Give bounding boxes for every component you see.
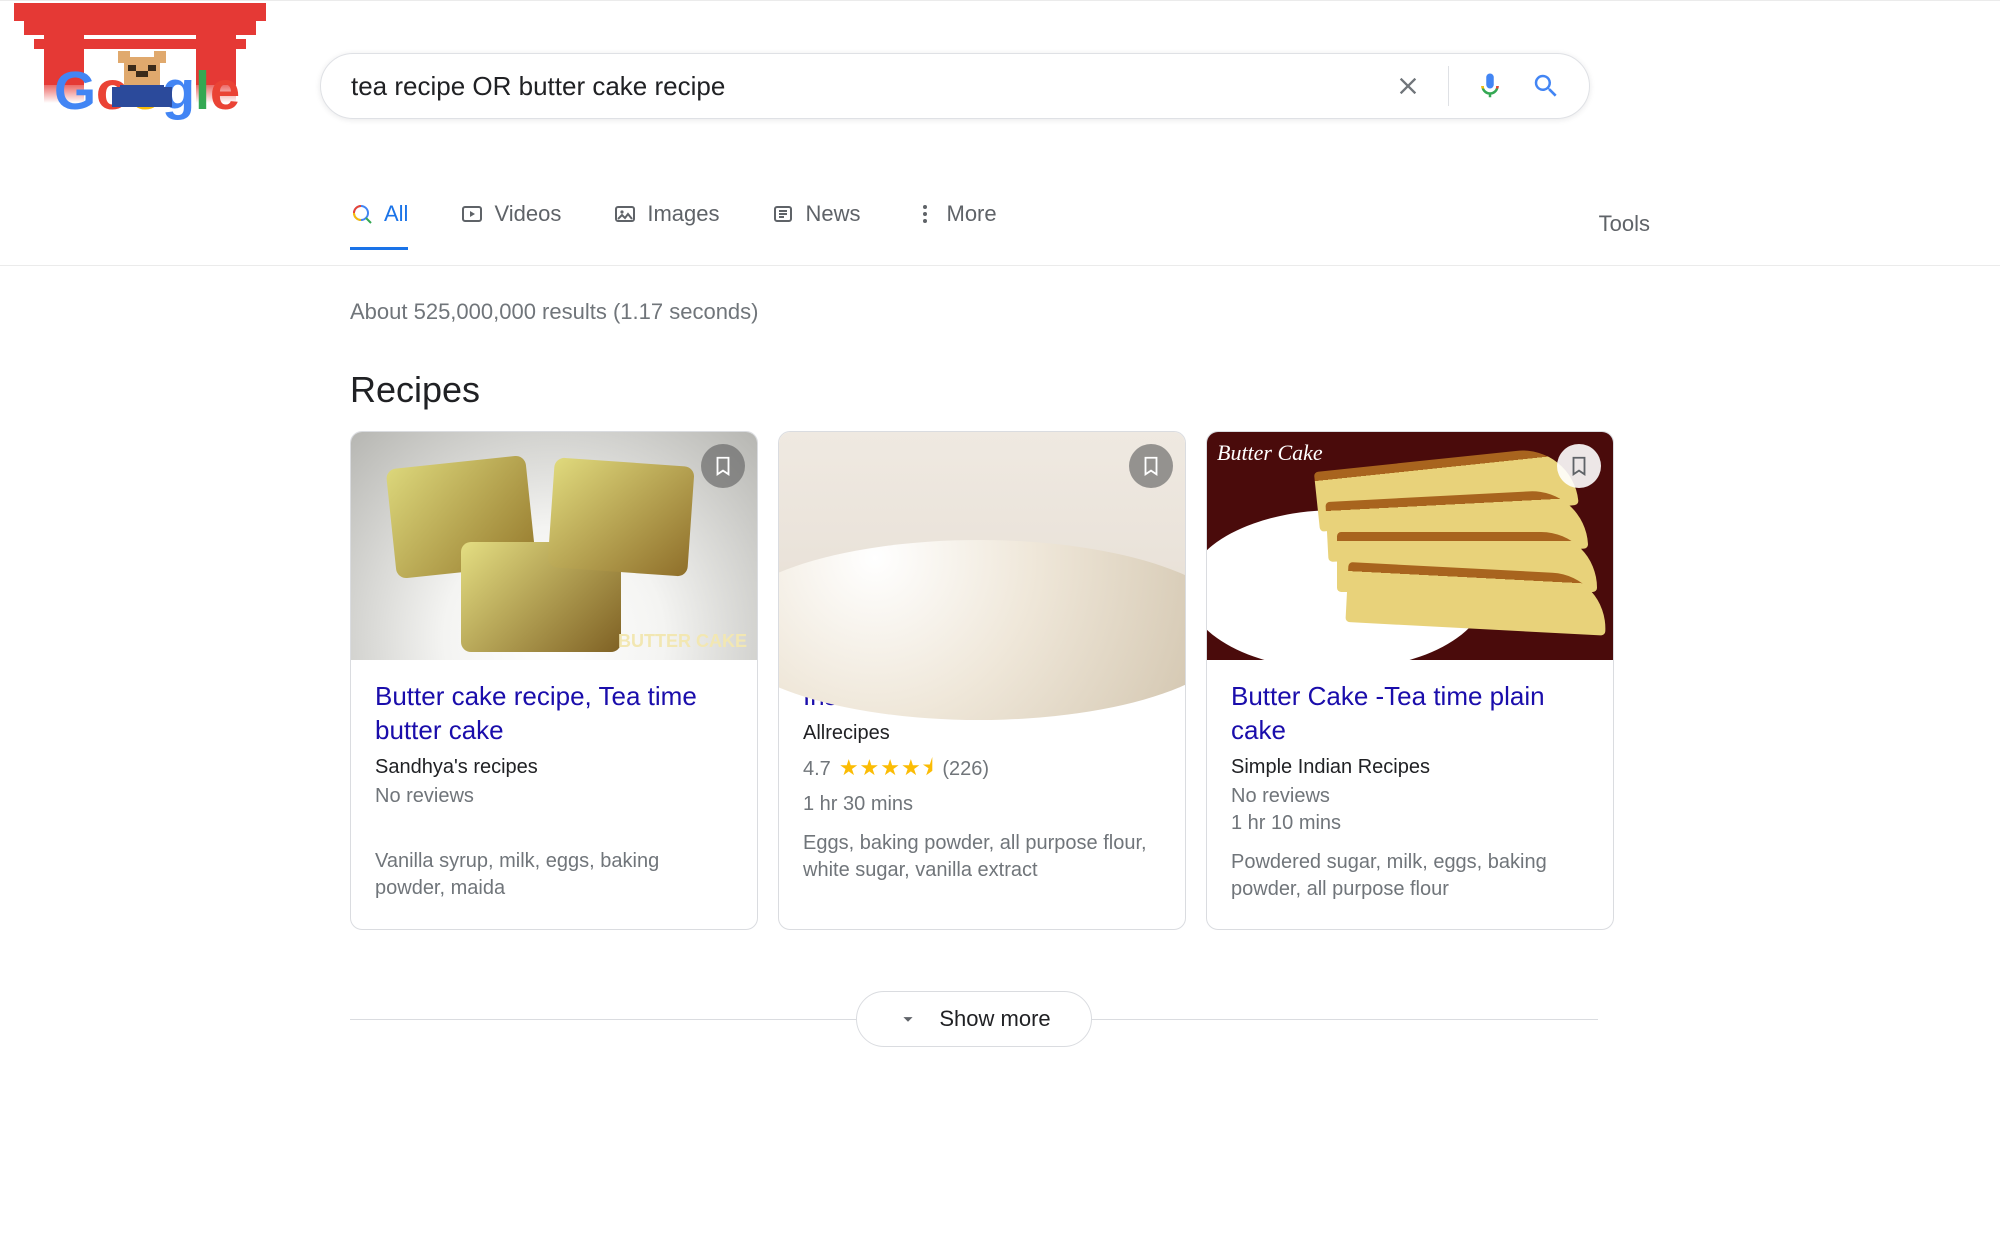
recipe-thumbnail[interactable] — [779, 432, 1185, 660]
rating-count: (226) — [942, 758, 989, 781]
bookmark-icon[interactable] — [1129, 444, 1173, 488]
tab-news[interactable]: News — [771, 201, 860, 250]
tab-images[interactable]: Images — [613, 201, 719, 250]
section-title-recipes: Recipes — [350, 369, 480, 411]
search-bar — [320, 53, 1590, 119]
recipe-time — [375, 812, 733, 834]
rating-value: 4.7 — [803, 758, 831, 781]
clear-icon[interactable] — [1394, 72, 1422, 100]
recipe-rating: 4.7 ★★★★⯨ (226) — [803, 751, 1161, 789]
svg-text:Google: Google — [54, 61, 240, 121]
tab-videos-label: Videos — [494, 201, 561, 227]
recipe-thumbnail[interactable]: BUTTER CAKE — [351, 432, 757, 660]
tab-more-label: More — [947, 201, 997, 227]
recipe-source: Simple Indian Recipes — [1231, 756, 1589, 779]
recipe-reviews: No reviews — [375, 785, 733, 808]
recipe-time: 1 hr 10 mins — [1231, 812, 1589, 835]
tools-button[interactable]: Tools — [1599, 211, 1650, 237]
thumbnail-watermark: Butter Cake — [1217, 440, 1323, 466]
google-doodle-logo[interactable]: Google — [10, 0, 270, 129]
search-input[interactable] — [321, 71, 1394, 102]
tab-videos[interactable]: Videos — [460, 201, 561, 250]
recipe-source: Allrecipes — [803, 722, 1161, 745]
tab-more[interactable]: More — [913, 201, 997, 250]
tab-all-label: All — [384, 201, 408, 227]
recipe-ingredients: Eggs, baking powder, all purpose flour, … — [803, 830, 1161, 884]
search-icon[interactable] — [1531, 71, 1561, 101]
recipe-title[interactable]: Butter cake recipe, Tea time butter cake — [375, 680, 733, 748]
show-more-button[interactable]: Show more — [856, 991, 1091, 1047]
recipe-cards: BUTTER CAKE Butter cake recipe, Tea time… — [350, 431, 1614, 930]
result-stats: About 525,000,000 results (1.17 seconds) — [350, 299, 759, 325]
bookmark-icon[interactable] — [701, 444, 745, 488]
recipe-ingredients: Vanilla syrup, milk, eggs, baking powder… — [375, 848, 733, 902]
recipe-ingredients: Powdered sugar, milk, eggs, baking powde… — [1231, 849, 1589, 903]
chevron-down-icon — [897, 1008, 919, 1030]
tab-all[interactable]: All — [350, 201, 408, 250]
tab-news-label: News — [805, 201, 860, 227]
mic-icon[interactable] — [1475, 71, 1505, 101]
show-more-label: Show more — [939, 1006, 1050, 1032]
tab-images-label: Images — [647, 201, 719, 227]
recipe-reviews: No reviews — [1231, 785, 1589, 808]
bookmark-icon[interactable] — [1557, 444, 1601, 488]
star-icon: ★★★★⯨ — [839, 751, 935, 789]
recipe-thumbnail[interactable]: Butter Cake — [1207, 432, 1613, 660]
recipe-card: Butter Cake Butter Cake -Tea time plain … — [1206, 431, 1614, 930]
recipe-source: Sandhya's recipes — [375, 756, 733, 779]
recipe-card: Irish Tea Cake Allrecipes 4.7 ★★★★⯨ (226… — [778, 431, 1186, 930]
recipe-card: BUTTER CAKE Butter cake recipe, Tea time… — [350, 431, 758, 930]
recipe-time: 1 hr 30 mins — [803, 793, 1161, 816]
thumbnail-watermark: BUTTER CAKE — [618, 632, 747, 650]
recipe-title[interactable]: Butter Cake -Tea time plain cake — [1231, 680, 1589, 748]
